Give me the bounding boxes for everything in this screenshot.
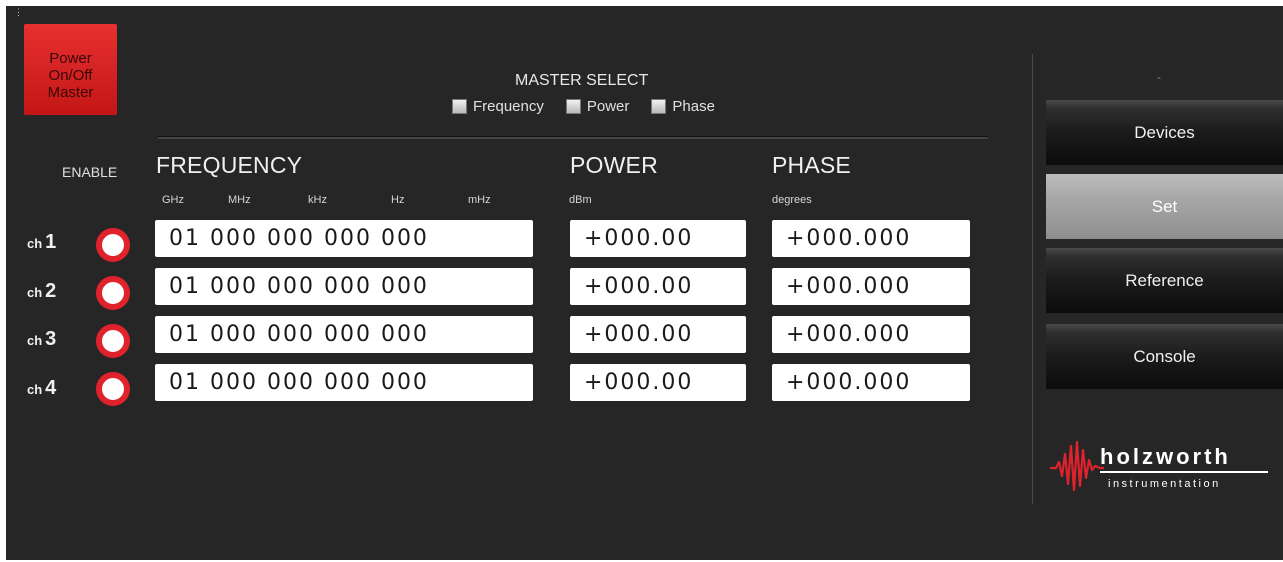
logo-name: holzworth xyxy=(1100,444,1231,469)
channel-4-frequency-input[interactable]: 01 000 000 000 000 xyxy=(155,364,533,401)
waveform-icon xyxy=(1050,440,1104,492)
logo-subtitle: instrumentation xyxy=(1108,478,1221,490)
unit-mhz: MHz xyxy=(228,194,251,206)
channel-4-power-input[interactable]: +000.00 xyxy=(570,364,746,401)
channel-1-label: ch 1 xyxy=(27,231,56,254)
power-button-line-3: Master xyxy=(47,84,94,101)
header-divider xyxy=(158,136,988,139)
unit-hz: Hz xyxy=(391,194,405,206)
app-window: ⋮ Power On/Off Master MASTER SELECT Freq… xyxy=(6,6,1283,560)
unit-millihz: mHz xyxy=(468,194,491,206)
channel-1-power-input[interactable]: +000.00 xyxy=(570,220,746,257)
sidebar-divider xyxy=(1032,54,1033,504)
power-checkbox-label: Power xyxy=(586,98,630,115)
console-button[interactable]: Console xyxy=(1046,324,1283,389)
channel-3-label: ch 3 xyxy=(27,328,56,351)
master-select-title: MASTER SELECT xyxy=(515,72,649,89)
power-header: POWER xyxy=(570,152,658,178)
channel-2-label: ch 2 xyxy=(27,280,56,303)
channel-3-phase-input[interactable]: +000.000 xyxy=(772,316,970,353)
unit-dbm: dBm xyxy=(569,194,592,206)
channel-number: 2 xyxy=(45,280,57,302)
channel-2-phase-input[interactable]: +000.000 xyxy=(772,268,970,305)
channel-prefix: ch xyxy=(27,236,43,251)
unit-ghz: GHz xyxy=(162,194,184,206)
channel-number: 4 xyxy=(45,377,57,399)
holzworth-logo: holzworth instrumentation xyxy=(1048,438,1268,498)
channel-number: 3 xyxy=(45,328,57,350)
channel-3-enable-toggle[interactable] xyxy=(96,324,130,358)
channel-1-phase-input[interactable]: +000.000 xyxy=(772,220,970,257)
phase-checkbox-label: Phase xyxy=(672,98,715,115)
frequency-checkbox-label: Frequency xyxy=(473,98,544,115)
power-checkbox[interactable] xyxy=(565,99,581,114)
phase-header: PHASE xyxy=(772,152,851,178)
window-grip-icon: ⋮ xyxy=(14,7,23,17)
power-on-off-master-button[interactable]: Power On/Off Master xyxy=(24,24,117,115)
power-button-line-1: Power xyxy=(49,50,92,67)
status-dash: - xyxy=(1157,70,1161,84)
channel-number: 1 xyxy=(45,231,57,253)
channel-prefix: ch xyxy=(27,382,43,397)
phase-checkbox[interactable] xyxy=(651,99,667,114)
frequency-header: FREQUENCY xyxy=(156,152,303,178)
channel-3-frequency-input[interactable]: 01 000 000 000 000 xyxy=(155,316,533,353)
reference-button[interactable]: Reference xyxy=(1046,248,1283,313)
unit-degrees: degrees xyxy=(772,194,812,206)
unit-khz: kHz xyxy=(308,194,327,206)
frequency-checkbox[interactable] xyxy=(452,99,467,114)
channel-prefix: ch xyxy=(27,285,43,300)
channel-2-frequency-input[interactable]: 01 000 000 000 000 xyxy=(155,268,533,305)
master-select-power[interactable]: Power xyxy=(565,98,630,115)
channel-4-phase-input[interactable]: +000.000 xyxy=(772,364,970,401)
channel-2-power-input[interactable]: +000.00 xyxy=(570,268,746,305)
channel-2-enable-toggle[interactable] xyxy=(96,276,130,310)
channel-1-frequency-input[interactable]: 01 000 000 000 000 xyxy=(155,220,533,257)
channel-prefix: ch xyxy=(27,333,43,348)
channel-1-enable-toggle[interactable] xyxy=(96,228,130,262)
master-select-options: Frequency Power Phase xyxy=(452,98,715,115)
channel-3-power-input[interactable]: +000.00 xyxy=(570,316,746,353)
enable-label: ENABLE xyxy=(62,164,118,180)
devices-button[interactable]: Devices xyxy=(1046,100,1283,165)
master-select-frequency[interactable]: Frequency xyxy=(452,98,544,115)
set-button[interactable]: Set xyxy=(1046,174,1283,239)
logo-underline xyxy=(1100,471,1268,473)
power-button-line-2: On/Off xyxy=(48,67,93,84)
channel-4-label: ch 4 xyxy=(27,377,56,400)
master-select-phase[interactable]: Phase xyxy=(651,98,715,115)
channel-4-enable-toggle[interactable] xyxy=(96,372,130,406)
